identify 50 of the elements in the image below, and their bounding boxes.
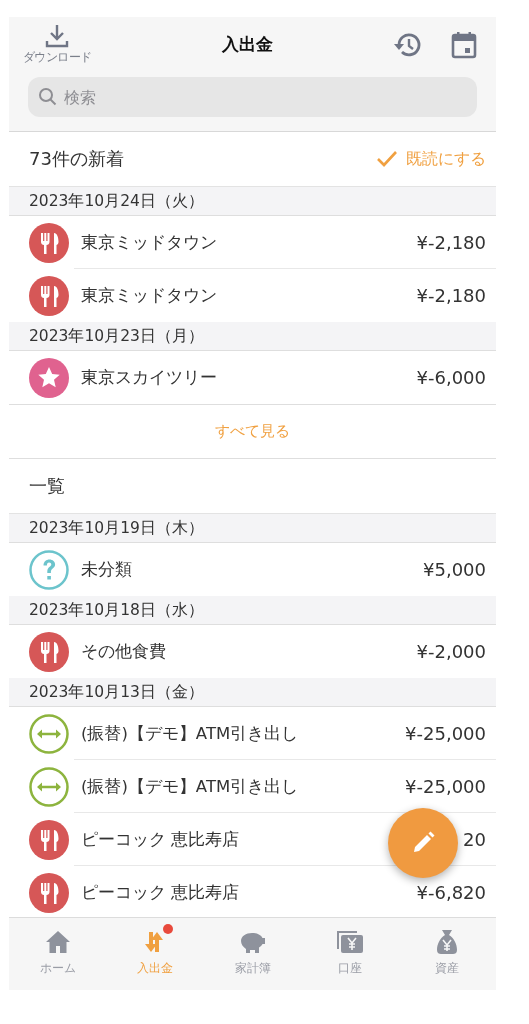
date-header: 2023年10月18日（水） xyxy=(9,596,496,625)
transaction-amount: ¥-6,000 xyxy=(416,367,486,388)
transaction-name: ピーコック 恵比寿店 xyxy=(81,828,240,851)
transaction-name: 東京ミッドタウン xyxy=(81,284,217,307)
history-icon xyxy=(391,31,421,59)
calendar-button[interactable] xyxy=(451,31,477,59)
checkmark-icon xyxy=(376,150,398,168)
transaction-name: 東京スカイツリー xyxy=(81,366,217,389)
yen-card-icon xyxy=(334,928,365,956)
transaction-name: 東京ミッドタウン xyxy=(81,231,217,254)
section-title: 73件の新着 xyxy=(29,147,124,171)
window-title: 入出金 xyxy=(221,33,274,56)
fork-knife-icon xyxy=(29,222,69,263)
transaction-name: (振替)【デモ】ATM引き出し xyxy=(81,775,299,798)
transaction-amount: ¥5,000 xyxy=(423,559,486,580)
section-title: 一覧 xyxy=(29,474,65,498)
date-header: 2023年10月23日（月） xyxy=(9,322,496,351)
fork-knife-icon xyxy=(29,872,69,913)
transaction-row[interactable]: 未分類 ¥5,000 xyxy=(9,543,496,596)
search-icon xyxy=(38,87,58,107)
search-field[interactable]: 検索 xyxy=(28,77,477,117)
question-mark-icon xyxy=(29,549,69,590)
transaction-row[interactable]: 東京ミッドタウン ¥-2,180 xyxy=(9,216,496,269)
edit-button[interactable] xyxy=(388,808,458,878)
transaction-amount: ¥-2,000 xyxy=(416,641,486,662)
transaction-amount: ¥-2,180 xyxy=(416,232,486,253)
transaction-amount: ¥-6,820 xyxy=(416,882,486,903)
transaction-row[interactable]: ピーコック 恵比寿店 ¥-6,820 xyxy=(9,866,496,917)
transaction-name: その他食費 xyxy=(81,640,166,663)
transaction-name: (振替)【デモ】ATM引き出し xyxy=(81,722,299,745)
transaction-row[interactable]: 東京スカイツリー ¥-6,000 xyxy=(9,351,496,404)
transaction-amount: 20 xyxy=(463,829,486,850)
date-header: 2023年10月24日（火） xyxy=(9,187,496,216)
transaction-row[interactable]: (振替)【デモ】ATM引き出し ¥-25,000 xyxy=(9,707,496,760)
fork-knife-icon xyxy=(29,631,69,672)
fork-knife-icon xyxy=(29,275,69,316)
download-button[interactable]: ダウンロード xyxy=(20,23,94,65)
history-button[interactable] xyxy=(391,31,421,59)
transaction-amount: ¥-25,000 xyxy=(405,723,486,744)
transaction-name: ピーコック 恵比寿店 xyxy=(81,881,240,904)
download-icon xyxy=(44,23,70,49)
transaction-amount: ¥-2,180 xyxy=(416,285,486,306)
calendar-icon xyxy=(451,31,477,59)
transaction-row[interactable]: 東京ミッドタウン ¥-2,180 xyxy=(9,269,496,322)
date-header: 2023年10月13日（金） xyxy=(9,678,496,707)
transaction-amount: ¥-25,000 xyxy=(405,776,486,797)
fork-knife-icon xyxy=(29,819,69,860)
date-header: 2023年10月19日（木） xyxy=(9,514,496,543)
transaction-row[interactable]: その他食費 ¥-2,000 xyxy=(9,625,496,678)
transaction-name: 未分類 xyxy=(81,558,132,581)
